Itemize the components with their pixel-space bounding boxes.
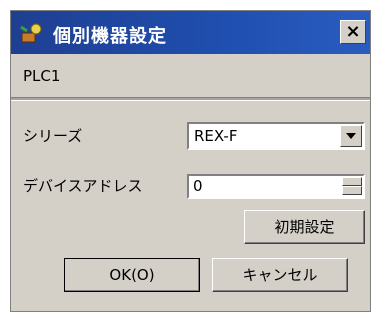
- spin-up-button[interactable]: [342, 177, 362, 186]
- series-label: シリーズ: [23, 127, 83, 145]
- separator: [11, 97, 370, 101]
- series-dropdown-button[interactable]: [340, 125, 362, 147]
- device-settings-icon: [19, 21, 43, 45]
- device-settings-dialog: 個別機器設定 × PLC1 シリーズ REX-F デバイスアドレス 0 初期設定…: [10, 10, 371, 312]
- ok-button[interactable]: OK(O): [64, 258, 200, 292]
- device-address-label: デバイスアドレス: [23, 177, 143, 195]
- chevron-down-icon: [346, 133, 356, 139]
- close-button[interactable]: ×: [340, 20, 366, 44]
- spinner-icon[interactable]: [342, 177, 362, 196]
- title-bar[interactable]: 個別機器設定 ×: [11, 11, 370, 54]
- device-name: PLC1: [23, 67, 61, 85]
- series-select[interactable]: REX-F: [187, 122, 365, 150]
- device-address-value: 0: [193, 177, 203, 195]
- cancel-button[interactable]: キャンセル: [212, 258, 348, 292]
- series-value: REX-F: [194, 127, 238, 145]
- window-title: 個別機器設定: [53, 26, 167, 47]
- initial-settings-button[interactable]: 初期設定: [244, 210, 365, 244]
- spin-down-button[interactable]: [342, 186, 362, 195]
- device-address-input[interactable]: 0: [187, 174, 365, 199]
